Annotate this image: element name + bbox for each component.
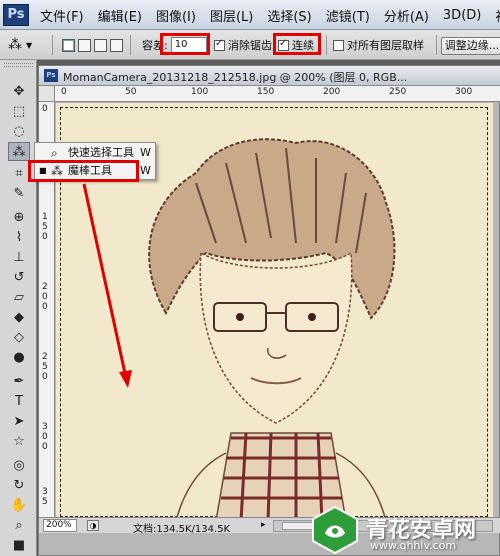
menu-filter[interactable]: 滤镜(T)	[326, 6, 370, 25]
tool-preset-picker[interactable]: ⁂ ▼	[8, 30, 46, 60]
blur-tool-icon[interactable]: ◇	[8, 328, 30, 347]
history-brush-tool-icon[interactable]: ↺	[8, 268, 30, 287]
menu-items: 文件(F) 编辑(E) 图像(I) 图层(L) 选择(S) 滤镜(T) 分析(A…	[40, 0, 500, 30]
magic-wand-tool-icon[interactable]: ⁂	[8, 142, 30, 161]
ruler-label: 3	[42, 487, 48, 497]
ruler-label: 2	[42, 352, 48, 362]
tolerance-highlight-box	[160, 33, 210, 55]
contiguous-highlight-box	[273, 33, 321, 55]
antialias-label: 消除锯齿	[228, 39, 272, 52]
ruler-label: 2	[42, 282, 48, 292]
ruler-label: 5	[42, 362, 48, 372]
separator	[436, 35, 437, 55]
ruler-label: 150	[257, 87, 275, 97]
menu-layer[interactable]: 图层(L)	[210, 6, 253, 25]
dodge-tool-icon[interactable]: ●	[8, 348, 30, 367]
clone-stamp-tool-icon[interactable]: ⊥	[8, 248, 30, 267]
flyout-item-shortcut: W	[140, 146, 151, 159]
menu-view[interactable]: 视	[495, 6, 500, 25]
all-layers-label: 对所有图层取样	[347, 39, 424, 52]
ruler-label: 5	[42, 222, 48, 232]
move-tool-icon[interactable]: ✥	[8, 82, 30, 101]
photoshop-logo: Ps	[3, 4, 29, 26]
separator	[326, 35, 327, 55]
tools-panel: ✥ ⬚ ◌ ⁂ ⌗ ✎ ⊕ ⌇ ⊥ ↺ ▱ ◆ ◇ ● ✒ T ➤ ☆ ◎ ↻ …	[0, 60, 37, 556]
zoom-tool-icon[interactable]: ⌕	[8, 516, 30, 535]
magic-wand-highlight-box	[28, 160, 139, 182]
ruler-label: 0	[42, 302, 48, 312]
ruler-label: 0	[42, 232, 48, 242]
ruler-label: 0	[61, 87, 67, 97]
menu-3d[interactable]: 3D(D)	[443, 8, 481, 23]
shape-tool-icon[interactable]: ☆	[8, 432, 30, 451]
status-info-icon[interactable]: ◑	[87, 520, 99, 531]
horizontal-ruler[interactable]: 0 50 100 150 200 250 300	[55, 86, 500, 102]
ruler-label: 5	[42, 497, 48, 507]
marquee-tool-icon[interactable]: ⬚	[8, 102, 30, 121]
document-tab[interactable]: Ps MomanCamera_20131218_212518.jpg @ 200…	[39, 66, 500, 86]
add-to-selection-button[interactable]	[78, 38, 91, 52]
flyout-item-shortcut: W	[140, 164, 151, 177]
chevron-down-icon: ▼	[26, 40, 33, 50]
ruler-label: 1	[42, 212, 48, 222]
path-selection-tool-icon[interactable]: ➤	[8, 412, 30, 431]
menu-image[interactable]: 图像(I)	[156, 6, 196, 25]
color-swatches-icon[interactable]: ■	[8, 536, 30, 555]
all-layers-group: 对所有图层取样	[333, 30, 424, 60]
document-size-info: 文档:134.5K/134.5K	[133, 524, 231, 535]
all-layers-checkbox[interactable]	[333, 39, 344, 51]
intersect-selection-button[interactable]	[110, 38, 123, 52]
ruler-label: 300	[455, 87, 473, 97]
watermark-logo	[312, 505, 358, 555]
ruler-label: 0	[42, 442, 48, 452]
3d-orbit-tool-icon[interactable]: ↻	[8, 476, 30, 495]
pen-tool-icon[interactable]: ✒	[8, 372, 30, 391]
ruler-label: 200	[323, 87, 341, 97]
panel-grip[interactable]	[4, 63, 33, 67]
new-selection-button[interactable]	[62, 38, 75, 52]
subtract-from-selection-button[interactable]	[94, 38, 107, 52]
crop-tool-icon[interactable]: ⌗	[8, 164, 30, 183]
menu-select[interactable]: 选择(S)	[267, 6, 311, 25]
refine-edge-button[interactable]: 调整边缘...	[441, 37, 500, 55]
selection-mode-group	[62, 30, 126, 60]
ruler-label: 100	[191, 87, 209, 97]
ruler-label: 3	[42, 422, 48, 432]
antialias-group: 消除锯齿	[214, 30, 272, 60]
ruler-label: 250	[389, 87, 407, 97]
options-bar: ⁂ ▼ 容差: 10 消除锯齿 连续 对所有图层取样	[0, 30, 500, 60]
menu-file[interactable]: 文件(F)	[40, 6, 84, 25]
lasso-tool-icon[interactable]: ◌	[8, 122, 30, 141]
status-menu-arrow-icon[interactable]: ▸	[261, 520, 266, 530]
document-window: Ps MomanCamera_20131218_212518.jpg @ 200…	[38, 65, 500, 556]
ps-document-icon: Ps	[44, 69, 58, 82]
brush-tool-icon[interactable]: ⌇	[8, 228, 30, 247]
eyedropper-tool-icon[interactable]: ✎	[8, 184, 30, 203]
antialias-checkbox[interactable]	[214, 38, 225, 51]
hand-tool-icon[interactable]: ✋	[8, 496, 30, 515]
separator	[52, 35, 53, 55]
separator	[130, 35, 131, 55]
ruler-label: 50	[125, 87, 137, 97]
menu-analysis[interactable]: 分析(A)	[384, 6, 429, 25]
ruler-origin[interactable]	[39, 86, 55, 102]
document-title: MomanCamera_20131218_212518.jpg @ 200% (…	[63, 71, 408, 84]
healing-brush-tool-icon[interactable]: ⊕	[8, 208, 30, 227]
3d-rotate-tool-icon[interactable]: ◎	[8, 456, 30, 475]
type-tool-icon[interactable]: T	[8, 392, 30, 411]
magic-wand-icon: ⁂	[8, 37, 22, 53]
menu-bar: Ps 文件(F) 编辑(E) 图像(I) 图层(L) 选择(S) 滤镜(T) 分…	[0, 0, 500, 30]
watermark-url: www.qhhlv.com	[370, 539, 457, 552]
ruler-label: 0	[42, 432, 48, 442]
paint-bucket-tool-icon[interactable]: ◆	[8, 308, 30, 327]
ruler-label: 0	[42, 292, 48, 302]
zoom-level-field[interactable]: 200%	[43, 519, 77, 532]
ruler-label: 0	[42, 104, 48, 114]
ruler-label: 0	[42, 372, 48, 382]
menu-edit[interactable]: 编辑(E)	[98, 6, 142, 25]
eraser-tool-icon[interactable]: ▱	[8, 288, 30, 307]
